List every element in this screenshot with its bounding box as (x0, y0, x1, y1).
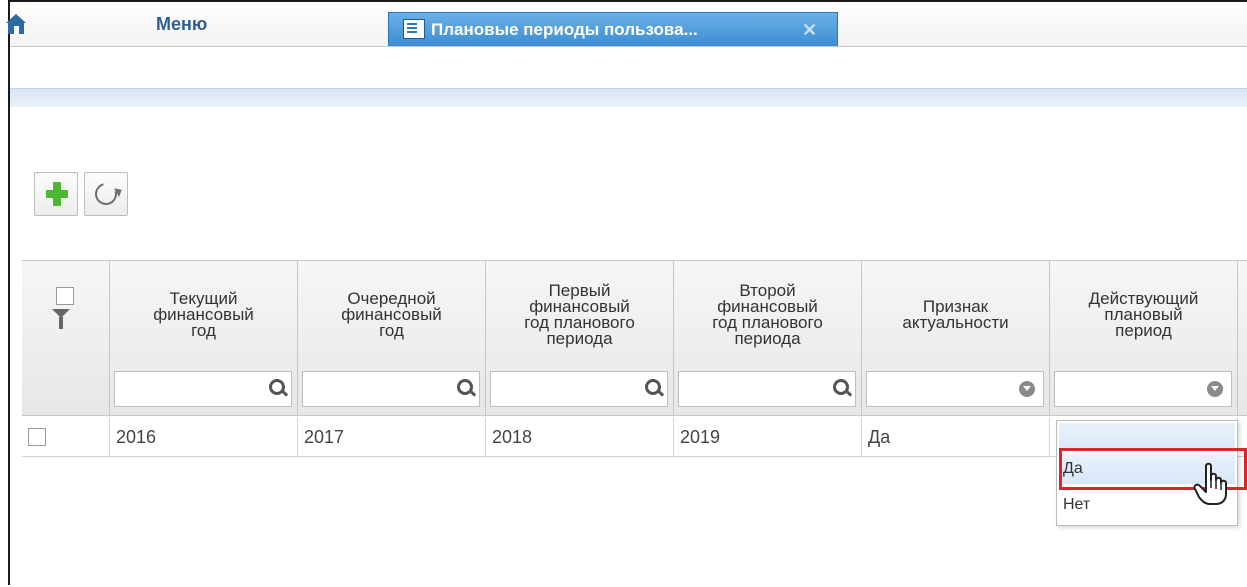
hand-cursor-icon (1193, 462, 1227, 505)
search-icon[interactable] (645, 379, 661, 395)
column-title: Текущий финансовый год (153, 289, 254, 340)
filter-next-year[interactable] (302, 371, 480, 407)
row-select-cell (22, 418, 110, 456)
tab-planning-periods[interactable]: Плановые периоды пользова... ✕ (388, 12, 838, 46)
filter-second-plan-year[interactable] (678, 371, 856, 407)
chevron-down-icon[interactable] (1207, 381, 1223, 397)
filter-current-year[interactable] (114, 371, 292, 407)
plus-icon (46, 182, 68, 206)
table-icon (403, 19, 425, 39)
filter-first-plan-year[interactable] (490, 371, 668, 407)
column-active-period[interactable]: Действующий плановый период (1050, 261, 1238, 415)
column-relevance[interactable]: Признак актуальности (862, 261, 1050, 415)
column-title: Очередной финансовый год (341, 289, 442, 340)
cell-relevance[interactable]: Да (862, 418, 1050, 456)
column-title: Второй финансовый год планового периода (712, 281, 823, 348)
row-checkbox[interactable] (28, 428, 46, 446)
cell-first-plan-year[interactable]: 2018 (486, 418, 674, 456)
top-bar: Меню Плановые периоды пользова... ✕ (6, 2, 1247, 47)
data-grid: Текущий финансовый год Очередной финансо… (22, 260, 1247, 587)
column-current-year[interactable]: Текущий финансовый год (110, 261, 298, 415)
app-window: Меню Плановые периоды пользова... ✕ Теку… (6, 0, 1247, 587)
column-title: Признак актуальности (902, 297, 1009, 332)
search-icon[interactable] (833, 379, 849, 395)
select-column-header (22, 261, 110, 415)
add-button[interactable] (34, 172, 78, 216)
column-next-year[interactable]: Очередной финансовый год (298, 261, 486, 415)
column-title: Первый финансовый год планового периода (524, 281, 635, 348)
close-icon[interactable]: ✕ (802, 20, 817, 41)
search-icon[interactable] (457, 379, 473, 395)
search-icon[interactable] (269, 379, 285, 395)
select-all-checkbox[interactable] (56, 287, 74, 305)
refresh-icon (90, 178, 122, 210)
cell-current-year[interactable]: 2016 (110, 418, 298, 456)
refresh-button[interactable] (84, 172, 128, 216)
filter-relevance[interactable] (866, 371, 1044, 407)
menu-link[interactable]: Меню (156, 14, 207, 35)
tab-title: Плановые периоды пользова... (431, 20, 698, 39)
home-icon[interactable] (6, 12, 26, 36)
filter-icon[interactable] (52, 309, 70, 329)
chevron-down-icon[interactable] (1019, 381, 1035, 397)
panel-header (10, 88, 1247, 107)
dropdown-search-field[interactable] (1059, 423, 1235, 449)
column-title: Действующий плановый период (1088, 289, 1199, 340)
cell-second-plan-year[interactable]: 2019 (674, 418, 862, 456)
column-second-plan-year[interactable]: Второй финансовый год планового периода (674, 261, 862, 415)
column-first-plan-year[interactable]: Первый финансовый год планового периода (486, 261, 674, 415)
cell-next-year[interactable]: 2017 (298, 418, 486, 456)
grid-header: Текущий финансовый год Очередной финансо… (22, 260, 1247, 416)
filter-active-period[interactable] (1054, 371, 1232, 407)
